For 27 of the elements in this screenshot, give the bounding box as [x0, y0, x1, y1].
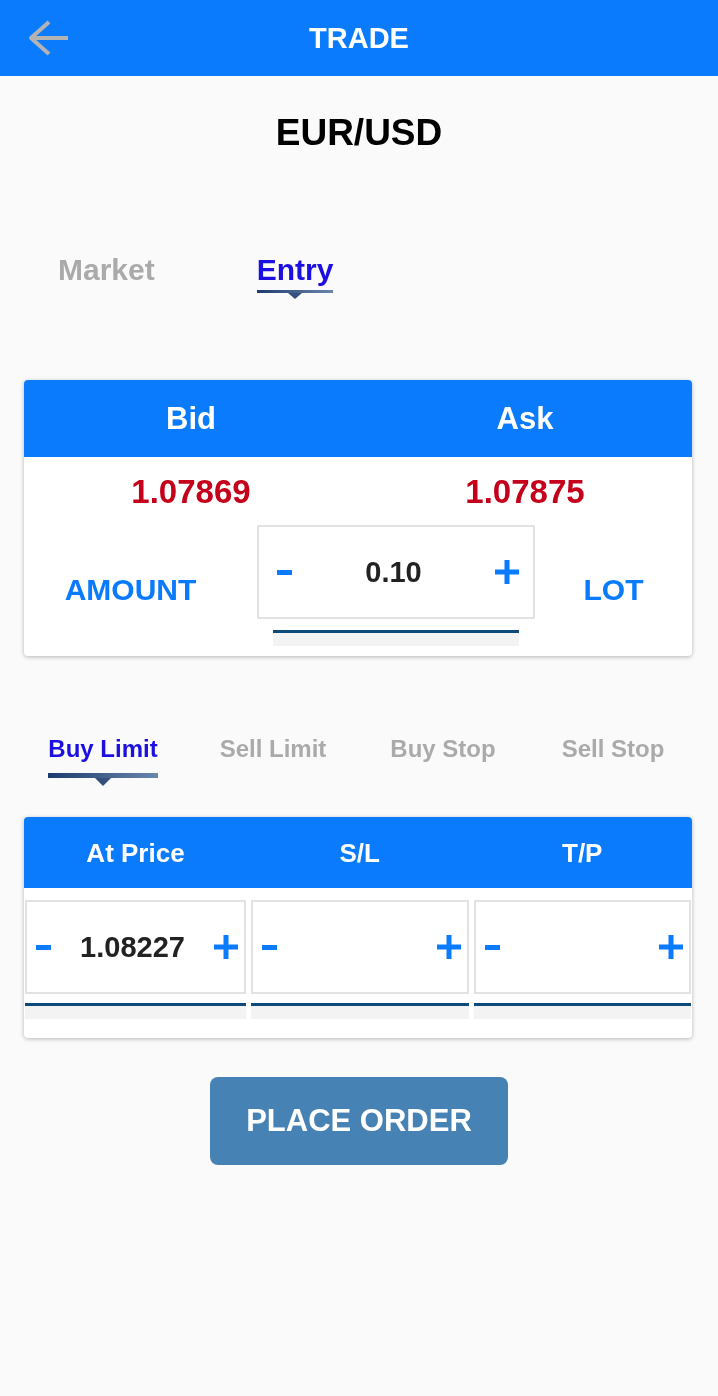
minus-icon: [277, 569, 292, 575]
price-value: 1.07869: [131, 472, 251, 512]
minus-icon: [36, 944, 51, 950]
place-order-button[interactable]: PLACE ORDER: [210, 1077, 508, 1165]
column-header: Bid: [166, 399, 216, 438]
order-type-tab[interactable]: Entry: [247, 252, 343, 299]
minus-icon: [484, 944, 500, 950]
plus-icon: [436, 935, 461, 959]
back-arrow-icon: [28, 20, 68, 56]
amount-input[interactable]: 0.10: [296, 552, 491, 592]
amount-stepper[interactable]: 0.10: [257, 525, 535, 619]
plus-icon: [495, 560, 519, 584]
column-header: Ask: [496, 399, 554, 438]
plus-icon: [214, 935, 238, 959]
minus-icon: [262, 944, 277, 950]
currency-pair-title: EUR/USD: [275, 111, 443, 155]
amount-label: AMOUNT: [64, 571, 197, 608]
column-header: At Price: [86, 836, 185, 869]
screen-title: TRADE: [309, 21, 409, 56]
unit-label: LOT: [583, 571, 644, 608]
column-header: S/L: [339, 836, 380, 869]
entry-type-tab[interactable]: Buy Limit: [28, 733, 178, 786]
price-stepper[interactable]: 1.08227: [25, 900, 246, 994]
price-input[interactable]: 1.08227: [55, 927, 210, 967]
column-header: T/P: [562, 836, 603, 869]
price-value: 1.07875: [465, 472, 585, 512]
plus-icon: [659, 935, 683, 959]
